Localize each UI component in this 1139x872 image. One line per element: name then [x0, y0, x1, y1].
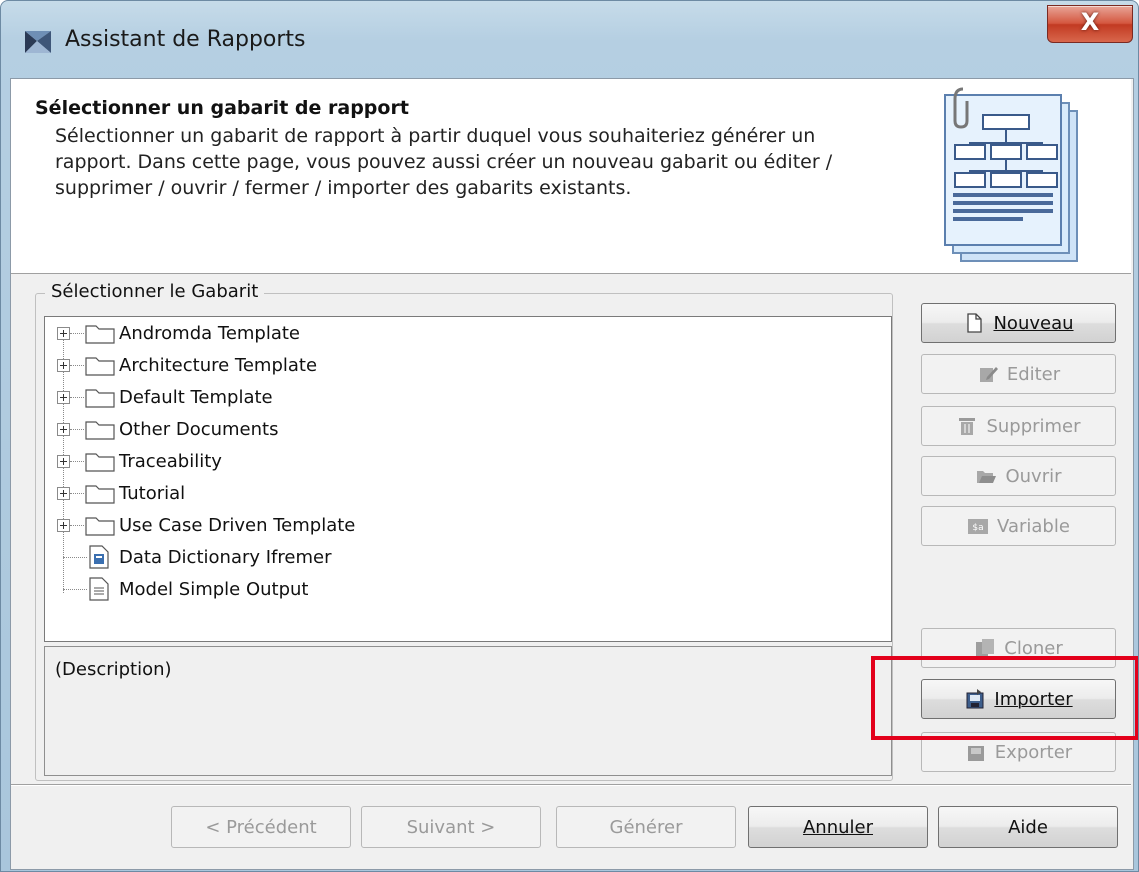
wizard-header: Sélectionner un gabarit de rapport Sélec…: [11, 79, 1131, 274]
tree-item-traceability[interactable]: Traceability: [45, 445, 222, 477]
svg-text:$a: $a: [972, 523, 983, 533]
report-file-icon: [89, 545, 109, 569]
expand-icon[interactable]: [57, 327, 70, 340]
suivant-label: Suivant >: [406, 816, 496, 838]
app-icon: [25, 31, 51, 53]
supprimer-button[interactable]: Supprimer: [921, 406, 1116, 446]
tree-item-label: Default Template: [119, 386, 273, 408]
folder-icon: [85, 421, 115, 440]
document-file-icon: [89, 577, 109, 601]
tree-connector: [70, 333, 84, 334]
precedent-button[interactable]: < Précédent: [171, 806, 351, 848]
highlight-annotation-box: [871, 656, 1138, 740]
tree-connector: [63, 589, 87, 590]
template-tree[interactable]: Andromda Template Architecture Template …: [44, 316, 892, 642]
title-bar[interactable]: Assistant de Rapports X: [1, 1, 1138, 79]
tree-connector: [70, 365, 84, 366]
variable-label: Variable: [997, 515, 1070, 537]
folder-icon: [85, 389, 115, 408]
exporter-label: Exporter: [994, 741, 1073, 763]
tree-item-model-simple-output[interactable]: Model Simple Output: [45, 573, 308, 605]
folder-icon: [85, 453, 115, 472]
template-group-label: Sélectionner le Gabarit: [45, 281, 265, 302]
page-description: Sélectionner un gabarit de rapport à par…: [55, 125, 833, 199]
trash-icon: [959, 418, 976, 435]
export-icon: [967, 746, 984, 761]
edit-icon: [979, 367, 998, 382]
tree-item-label: Tutorial: [119, 482, 186, 504]
tree-connector: [70, 429, 84, 430]
tree-item-label: Traceability: [119, 450, 222, 472]
tree-item-label: Model Simple Output: [119, 578, 309, 600]
ouvrir-button[interactable]: Ouvrir: [921, 456, 1116, 496]
tree-connector: [63, 557, 87, 558]
report-template-illustration-icon: [944, 87, 1078, 262]
annuler-button[interactable]: Annuler: [748, 806, 928, 848]
tree-item-tutorial[interactable]: Tutorial: [45, 477, 185, 509]
expand-icon[interactable]: [57, 391, 70, 404]
aide-button[interactable]: Aide: [938, 806, 1118, 848]
expand-icon[interactable]: [57, 423, 70, 436]
variable-button[interactable]: $a Variable: [921, 506, 1116, 546]
tree-item-use-case-driven-template[interactable]: Use Case Driven Template: [45, 509, 355, 541]
suivant-button[interactable]: Suivant >: [361, 806, 541, 848]
footer-separator: [11, 784, 1131, 786]
new-document-icon: [967, 313, 983, 333]
expand-icon[interactable]: [57, 487, 70, 500]
tree-connector: [70, 525, 84, 526]
aide-label: Aide: [1008, 816, 1048, 838]
tree-item-label: Andromda Template: [119, 322, 301, 344]
tree-item-data-dictionary-ifremer[interactable]: Data Dictionary Ifremer: [45, 541, 331, 573]
tree-item-default-template[interactable]: Default Template: [45, 381, 273, 413]
variable-icon: $a: [968, 519, 989, 534]
description-text: (Description): [55, 659, 172, 680]
tree-connector: [70, 461, 84, 462]
expand-icon[interactable]: [57, 455, 70, 468]
precedent-label: < Précédent: [205, 816, 317, 838]
expand-icon[interactable]: [57, 359, 70, 372]
generer-label: Générer: [609, 816, 683, 838]
tree-connector: [70, 397, 84, 398]
close-icon: X: [1080, 8, 1100, 36]
open-folder-icon: [977, 471, 997, 483]
nouveau-button[interactable]: Nouveau: [921, 303, 1116, 343]
dialog-client-area: Sélectionner un gabarit de rapport Sélec…: [10, 78, 1138, 870]
tree-item-architecture-template[interactable]: Architecture Template: [45, 349, 317, 381]
page-title: Sélectionner un gabarit de rapport: [35, 97, 409, 119]
annuler-label: Annuler: [802, 816, 873, 838]
window-title: Assistant de Rapports: [65, 27, 306, 52]
folder-icon: [85, 485, 115, 504]
tree-item-label: Architecture Template: [119, 354, 318, 376]
folder-icon: [85, 517, 115, 536]
tree-item-label: Use Case Driven Template: [119, 514, 356, 536]
expand-icon[interactable]: [57, 519, 70, 532]
report-wizard-window: Assistant de Rapports X Sélectionner un …: [0, 0, 1139, 872]
supprimer-label: Supprimer: [986, 415, 1081, 437]
tree-item-label: Data Dictionary Ifremer: [119, 546, 332, 568]
tree-connector: [70, 493, 84, 494]
tree-item-andromda-template[interactable]: Andromda Template: [45, 317, 300, 349]
tree-item-label: Other Documents: [119, 418, 279, 440]
nouveau-label: Nouveau: [993, 312, 1074, 334]
description-panel: (Description): [44, 646, 892, 776]
editer-label: Editer: [1006, 363, 1061, 385]
editer-button[interactable]: Editer: [921, 354, 1116, 394]
close-button[interactable]: X: [1047, 5, 1133, 43]
folder-icon: [85, 357, 115, 376]
tree-item-other-documents[interactable]: Other Documents: [45, 413, 278, 445]
ouvrir-label: Ouvrir: [1005, 465, 1062, 487]
folder-icon: [85, 325, 115, 344]
generer-button[interactable]: Générer: [556, 806, 736, 848]
